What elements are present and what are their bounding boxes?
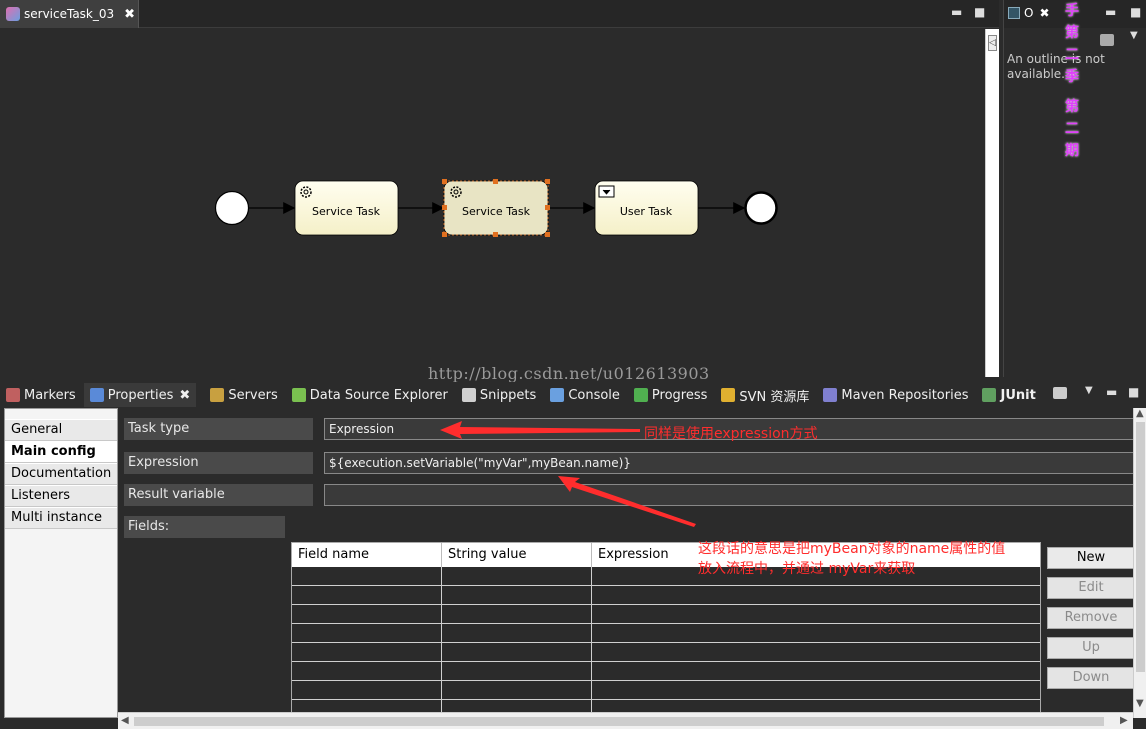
tab-data-source-explorer[interactable]: Data Source Explorer (286, 388, 448, 403)
data-source-icon (291, 388, 306, 402)
end-event[interactable] (744, 191, 778, 225)
outline-icon (1008, 7, 1020, 19)
task-label: Service Task (462, 205, 531, 218)
edit-field-button[interactable]: Edit (1047, 577, 1135, 599)
side-tab-documentation[interactable]: Documentation (5, 463, 117, 485)
scroll-down-icon[interactable]: ▼ (1136, 698, 1144, 709)
collapse-palette-icon[interactable]: ◁ (988, 35, 997, 51)
side-tab-main-config[interactable]: Main config (5, 441, 117, 463)
user-task[interactable]: User Task (594, 180, 699, 236)
properties-icon (89, 388, 104, 402)
tab-properties[interactable]: Properties ✖ (83, 383, 197, 407)
open-console-icon[interactable] (1053, 387, 1067, 399)
scroll-right-icon[interactable]: ▶ (1120, 715, 1128, 726)
toolbar-icon[interactable] (1100, 34, 1114, 46)
annotation-note-1: 同样是使用expression方式 (644, 426, 818, 442)
column-header-string-value[interactable]: String value (442, 543, 592, 567)
column-header-field-name[interactable]: Field name (292, 543, 442, 567)
editor-tab-servicetask[interactable]: serviceTask_03 ✖ (0, 0, 139, 28)
decorative-overlay-text: 手 第 二 季 第 二 期 (1065, 3, 1079, 159)
table-row[interactable] (292, 681, 1040, 700)
diagram-canvas[interactable]: Service Task Service Task User Task (0, 29, 985, 377)
snippets-icon (461, 388, 476, 402)
tab-maven-repositories[interactable]: Maven Repositories (817, 388, 968, 403)
minimize-icon[interactable]: ▬ (951, 5, 962, 19)
tab-svn[interactable]: SVN 资源库 (715, 386, 809, 405)
service-task-2-selected[interactable]: Service Task (442, 179, 550, 237)
table-row[interactable] (292, 662, 1040, 681)
fields-table[interactable]: Field name String value Expression (291, 542, 1041, 720)
scroll-left-icon[interactable]: ◀ (121, 715, 129, 726)
close-icon[interactable]: ✖ (179, 388, 190, 403)
task-type-label: Task type (124, 418, 313, 440)
horizontal-scrollbar[interactable]: ◀ ▶ (118, 712, 1133, 729)
task-label: Service Task (312, 205, 381, 218)
new-field-button[interactable]: New (1047, 547, 1135, 569)
tab-servers[interactable]: Servers (204, 388, 278, 403)
diagram-editor: serviceTask_03 ✖ ▬ ■ Service Task Servic… (0, 0, 999, 377)
activiti-diagram-icon (6, 7, 20, 21)
table-row[interactable] (292, 624, 1040, 643)
close-icon[interactable]: ✖ (1039, 6, 1049, 20)
table-row[interactable] (292, 643, 1040, 662)
minimize-icon[interactable]: ▬ (1105, 5, 1116, 19)
watermark: http://blog.csdn.net/u012613903 (428, 364, 710, 383)
minimize-icon[interactable]: ▬ (1106, 385, 1117, 399)
table-row[interactable] (292, 567, 1040, 586)
properties-side-tabs: General Main config Documentation Listen… (4, 408, 118, 718)
editor-tabbar: serviceTask_03 ✖ ▬ ■ (0, 0, 999, 28)
junit-icon (982, 388, 997, 402)
annotation-note-2-line2: 放入流程中，并通过 myVar来获取 (698, 561, 916, 577)
scrollbar-thumb[interactable] (134, 717, 1104, 726)
servers-icon (210, 388, 225, 402)
tab-snippets[interactable]: Snippets (456, 388, 536, 403)
expression-input[interactable]: ${execution.setVariable("myVar",myBean.n… (324, 452, 1139, 474)
start-event[interactable] (214, 190, 250, 226)
scroll-up-icon[interactable]: ▲ (1136, 408, 1144, 419)
main-config-form: Task type Expression Expression ${execut… (118, 408, 1146, 729)
maven-icon (823, 388, 838, 402)
result-variable-label: Result variable (124, 484, 313, 506)
maximize-icon[interactable]: ■ (1130, 5, 1141, 19)
side-tab-general[interactable]: General (5, 419, 117, 441)
eclipse-window: serviceTask_03 ✖ ▬ ■ Service Task Servic… (0, 0, 1146, 729)
maximize-icon[interactable]: ■ (974, 5, 985, 19)
console-icon (550, 388, 565, 402)
outline-view: O ✖ ▬ ■ ▼ An outline is not available. 手… (1003, 0, 1146, 377)
annotation-note-2-line1: 这段话的意思是把myBean对象的name属性的值 (698, 541, 1006, 557)
svn-icon (721, 388, 736, 402)
outline-tab-label: O (1024, 6, 1034, 20)
properties-view: General Main config Documentation Listen… (0, 408, 1146, 729)
fields-label: Fields: (124, 516, 285, 538)
service-task-1[interactable]: Service Task (294, 180, 399, 236)
outline-tab[interactable]: O ✖ (1008, 6, 1050, 20)
task-label: User Task (620, 205, 673, 218)
view-menu-icon[interactable]: ▼ (1130, 30, 1138, 41)
remove-field-button[interactable]: Remove (1047, 607, 1135, 629)
view-menu-icon[interactable]: ▼ (1085, 385, 1093, 396)
table-row[interactable] (292, 605, 1040, 624)
tab-console[interactable]: Console (544, 388, 620, 403)
progress-icon (633, 388, 648, 402)
side-tab-multi-instance[interactable]: Multi instance (5, 507, 117, 529)
table-row[interactable] (292, 586, 1040, 605)
side-tab-listeners[interactable]: Listeners (5, 485, 117, 507)
move-down-button[interactable]: Down (1047, 667, 1135, 689)
vertical-scrollbar[interactable]: ▲ ▼ (1133, 408, 1146, 718)
scrollbar-thumb[interactable] (1136, 422, 1145, 672)
tab-progress[interactable]: Progress (628, 388, 707, 403)
user-task-icon (598, 185, 615, 198)
close-icon[interactable]: ✖ (124, 7, 135, 22)
views-tabbar: Markers Properties ✖ Servers Data Source… (0, 382, 1146, 408)
move-up-button[interactable]: Up (1047, 637, 1135, 659)
tab-markers[interactable]: Markers (0, 388, 76, 403)
markers-icon (6, 388, 20, 402)
expression-label: Expression (124, 452, 313, 474)
maximize-icon[interactable]: ■ (1128, 385, 1139, 399)
palette-strip[interactable]: ◁ (985, 29, 999, 377)
result-variable-input[interactable] (324, 484, 1139, 506)
editor-tab-label: serviceTask_03 (24, 7, 115, 21)
tab-junit[interactable]: JUnit (976, 388, 1036, 403)
